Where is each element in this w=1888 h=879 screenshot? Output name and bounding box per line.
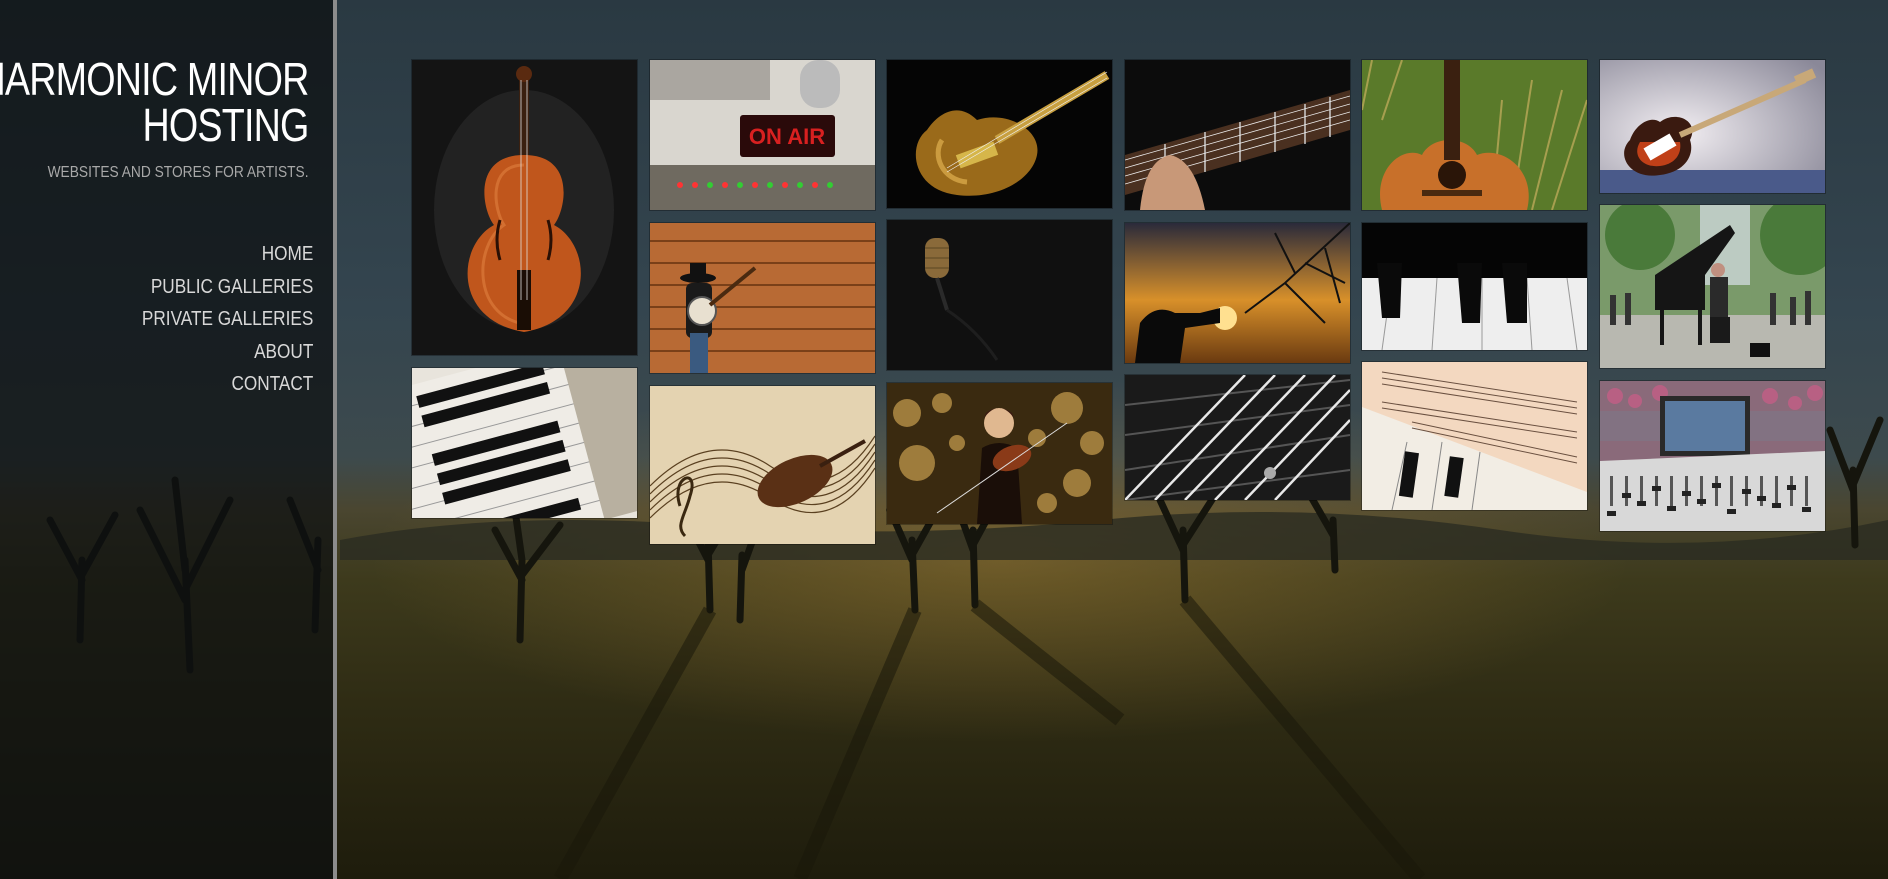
nav-item-home[interactable]: HOME xyxy=(142,238,313,271)
gallery-tile-piano-keys-wood[interactable] xyxy=(412,368,637,518)
site-title-line1: HARMONIC MINOR xyxy=(0,53,310,105)
gallery-tile-sheet-music-piano[interactable] xyxy=(1362,362,1587,510)
nav-item-public-galleries[interactable]: PUBLIC GALLERIES xyxy=(142,271,313,304)
gallery-tile-banjo-player[interactable] xyxy=(650,223,875,373)
piano-closeup-image xyxy=(1362,223,1587,350)
on-air-sign-text: ON AIR xyxy=(749,124,825,149)
gold-guitar-image xyxy=(887,60,1112,208)
trumpet-sunset-image xyxy=(1125,223,1350,363)
microphone-image xyxy=(887,220,1112,370)
nav-item-private-galleries[interactable]: PRIVATE GALLERIES xyxy=(142,303,313,336)
sheet-music-violin-image xyxy=(650,386,875,544)
gallery-tile-piano-keys-closeup[interactable] xyxy=(1362,223,1587,350)
gallery-tile-acoustic-guitar-grass[interactable] xyxy=(1362,60,1587,210)
sidebar: HARMONIC MINOR HOSTING WEBSITES AND STOR… xyxy=(0,0,337,879)
gallery-tile-stratocaster[interactable] xyxy=(1600,60,1825,193)
gallery-tile-on-air-studio[interactable]: ON AIR xyxy=(650,60,875,210)
on-air-image: ON AIR xyxy=(650,60,875,210)
guitar-strings-image xyxy=(1125,375,1350,500)
gallery-tile-guitar-strings-bw[interactable] xyxy=(1125,375,1350,500)
gallery-tile-cello[interactable] xyxy=(412,60,637,355)
street-piano-image xyxy=(1600,205,1825,368)
gallery-tile-sheet-music-violin[interactable] xyxy=(650,386,875,544)
fretboard-image xyxy=(1125,60,1350,210)
sheet-music-piano-image xyxy=(1362,362,1587,510)
mixing-console-image xyxy=(1600,381,1825,531)
gallery-tile-microphone-dark[interactable] xyxy=(887,220,1112,370)
site-title-line2: HOSTING xyxy=(142,99,310,151)
main-nav: HOME PUBLIC GALLERIES PRIVATE GALLERIES … xyxy=(114,238,313,401)
site-tagline: WEBSITES AND STORES FOR ARTISTS. xyxy=(48,164,309,181)
nav-item-about[interactable]: ABOUT xyxy=(142,336,313,369)
gallery-tile-street-piano[interactable] xyxy=(1600,205,1825,368)
site-brand[interactable]: HARMONIC MINOR HOSTING WEBSITES AND STOR… xyxy=(0,53,310,182)
gallery-tile-mixing-console[interactable] xyxy=(1600,381,1825,531)
gallery-tile-violinist-bokeh[interactable] xyxy=(887,383,1112,524)
cello-image xyxy=(412,60,637,355)
gallery-tile-electric-guitar-gold[interactable] xyxy=(887,60,1112,208)
acoustic-guitar-image xyxy=(1362,60,1587,210)
piano-keys-image xyxy=(412,368,637,518)
stratocaster-image xyxy=(1600,60,1825,193)
banjo-player-image xyxy=(650,223,875,373)
gallery-tile-trumpet-sunset[interactable] xyxy=(1125,223,1350,363)
gallery-tile-guitar-fretboard-hand[interactable] xyxy=(1125,60,1350,210)
violinist-image xyxy=(887,383,1112,524)
nav-item-contact[interactable]: CONTACT xyxy=(142,368,313,401)
